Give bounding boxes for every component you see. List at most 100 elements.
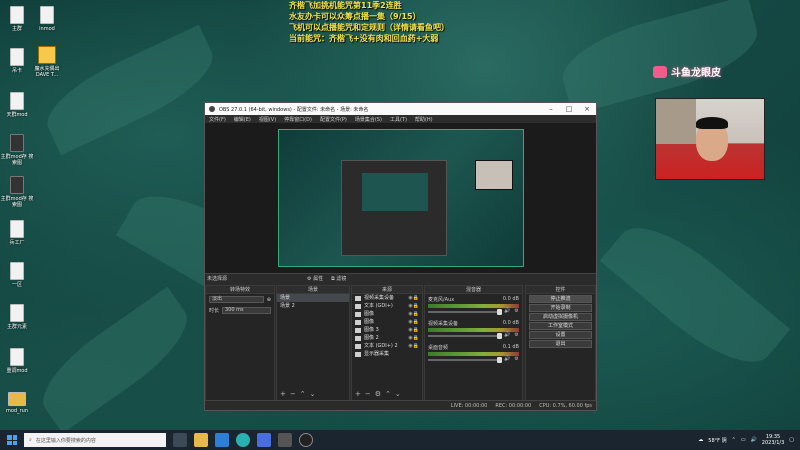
properties-button[interactable]: ⚙ 属性	[307, 275, 323, 282]
eye-icon[interactable]: ◉🔒	[408, 318, 419, 326]
file-explorer-icon[interactable]	[194, 433, 208, 447]
source-item[interactable]: 显示器采集	[352, 350, 422, 358]
app-icon[interactable]	[278, 433, 292, 447]
search-placeholder: 在这里输入你要搜索的内容	[35, 437, 96, 444]
desktop-icon[interactable]: 主群mod存 搜索图	[0, 176, 34, 208]
start-recording-button[interactable]: 开始录制	[529, 304, 592, 312]
menu-profile[interactable]: 配置文件(P)	[320, 116, 347, 123]
add-icon[interactable]: +	[280, 390, 286, 398]
taskbar-search[interactable]: ⌕ 在这里输入你要搜索的内容	[24, 433, 166, 447]
desktop-icon-label: 主群mod存 搜索图	[0, 196, 34, 208]
file-icon	[10, 134, 24, 152]
chevron-up-icon[interactable]: ⌃	[732, 437, 736, 443]
filters-button[interactable]: ⧉ 滤镜	[331, 275, 346, 282]
speaker-icon[interactable]: 🔊	[504, 332, 510, 338]
slider-handle[interactable]	[497, 309, 502, 315]
store-icon[interactable]	[257, 433, 271, 447]
speaker-icon[interactable]: 🔊	[504, 356, 510, 362]
notification-icon[interactable]: ▢	[789, 437, 794, 443]
source-item[interactable]: 图像 ◉🔒	[352, 318, 422, 326]
menu-view[interactable]: 视图(V)	[259, 116, 276, 123]
maximize-button[interactable]: □	[560, 105, 578, 113]
file-icon	[10, 348, 24, 366]
desktop-icon[interactable]: 天群mod	[0, 92, 34, 118]
menu-file[interactable]: 文件(F)	[209, 116, 226, 123]
weather-icon[interactable]: ☁	[698, 437, 703, 443]
down-icon[interactable]: ⌄	[395, 390, 401, 398]
menu-scene-collection[interactable]: 场景集合(S)	[355, 116, 382, 123]
desktop-icon-label: 一区	[11, 282, 22, 288]
add-transition-icon[interactable]: ⊕	[267, 297, 271, 303]
volume-slider[interactable]	[428, 333, 502, 339]
minimize-button[interactable]: –	[542, 105, 560, 113]
obs-taskbar-icon[interactable]	[299, 433, 313, 447]
remove-icon[interactable]: −	[365, 390, 371, 398]
transition-select[interactable]: 淡出	[209, 296, 264, 303]
desktop-icon[interactable]: inmod	[30, 6, 64, 32]
eye-icon[interactable]: ◉🔒	[408, 334, 419, 342]
volume-slider[interactable]	[428, 309, 502, 315]
source-item[interactable]: 图像 2 ◉🔒	[352, 334, 422, 342]
menu-edit[interactable]: 编辑(E)	[234, 116, 251, 123]
source-item[interactable]: 文本 (GDI+) ◉🔒	[352, 302, 422, 310]
desktop-icon[interactable]: 魔水充偶出 DAVE T...	[30, 46, 64, 78]
up-icon[interactable]: ⌃	[300, 390, 306, 398]
source-item[interactable]: 图像 ◉🔒	[352, 310, 422, 318]
source-item[interactable]: 文本 (GDI+) 2 ◉🔒	[352, 342, 422, 350]
mail-icon[interactable]	[215, 433, 229, 447]
desktop-icon[interactable]: 兵工厂	[0, 220, 34, 246]
volume-slider[interactable]	[428, 357, 502, 363]
remove-icon[interactable]: −	[290, 390, 296, 398]
desktop-icon[interactable]: 重调mod	[0, 348, 34, 374]
obs-window[interactable]: OBS 27.0.1 (64-bit, windows) - 配置文件: 未命名…	[204, 102, 597, 411]
desktop-icon[interactable]: 一区	[0, 262, 34, 288]
duration-input[interactable]: 300 ms	[222, 307, 271, 314]
gear-icon[interactable]: ⚙	[514, 332, 518, 338]
eye-icon[interactable]: ◉🔒	[408, 294, 419, 302]
menu-docks[interactable]: 停靠窗口(D)	[284, 116, 312, 123]
studio-mode-button[interactable]: 工作室模式	[529, 322, 592, 330]
stop-streaming-button[interactable]: 停止推流	[529, 295, 592, 303]
slider-handle[interactable]	[497, 357, 502, 363]
desktop-icon[interactable]: 主群元素	[0, 304, 34, 330]
gear-icon[interactable]: ⚙	[375, 390, 381, 398]
menu-tools[interactable]: 工具(T)	[390, 116, 407, 123]
desktop-icon[interactable]: 主群	[0, 6, 34, 32]
cpu-status: CPU: 0.7%, 60.00 fps	[539, 402, 592, 409]
source-item[interactable]: 图像 3 ◉🔒	[352, 326, 422, 334]
scene-item[interactable]: 场景	[277, 294, 349, 302]
source-item[interactable]: 视频采集设备 ◉🔒	[352, 294, 422, 302]
start-button[interactable]	[4, 432, 20, 448]
desktop-icon[interactable]: mod_run	[0, 392, 34, 414]
eye-icon[interactable]: ◉🔒	[408, 302, 419, 310]
gear-icon[interactable]: ⚙	[514, 308, 518, 314]
virtual-camera-button[interactable]: 启动虚拟摄像机	[529, 313, 592, 321]
slider-handle[interactable]	[497, 333, 502, 339]
obs-titlebar[interactable]: OBS 27.0.1 (64-bit, windows) - 配置文件: 未命名…	[205, 103, 596, 115]
close-button[interactable]: ×	[578, 105, 596, 113]
up-icon[interactable]: ⌃	[385, 390, 391, 398]
clock[interactable]: 19:35 2023/1/3	[762, 434, 784, 446]
eye-icon[interactable]: ◉🔒	[408, 326, 419, 334]
eye-icon[interactable]: ◉🔒	[408, 310, 419, 318]
settings-button[interactable]: 设置	[529, 331, 592, 339]
menu-help[interactable]: 帮助(H)	[415, 116, 433, 123]
add-icon[interactable]: +	[355, 390, 361, 398]
desktop-icon[interactable]: 主群mod存 搜索图	[0, 134, 34, 166]
obs-preview[interactable]	[205, 123, 596, 273]
gear-icon[interactable]: ⚙	[514, 356, 518, 362]
monitor-icon	[355, 351, 361, 357]
eye-icon[interactable]: ◉🔒	[408, 342, 419, 350]
scene-item[interactable]: 场景 2	[277, 302, 349, 310]
volume-icon[interactable]: 🔊	[751, 437, 757, 443]
edge-icon[interactable]	[236, 433, 250, 447]
task-view-icon[interactable]	[173, 433, 187, 447]
network-icon[interactable]: ▭	[741, 437, 746, 443]
image-icon	[355, 319, 361, 325]
speaker-icon[interactable]: 🔊	[504, 308, 510, 314]
weather-text[interactable]: 58°F 阴	[708, 437, 726, 444]
down-icon[interactable]: ⌄	[310, 390, 316, 398]
exit-button[interactable]: 退出	[529, 340, 592, 348]
preview-canvas[interactable]	[278, 129, 524, 267]
desktop-icon[interactable]: 吊卡	[0, 48, 34, 74]
